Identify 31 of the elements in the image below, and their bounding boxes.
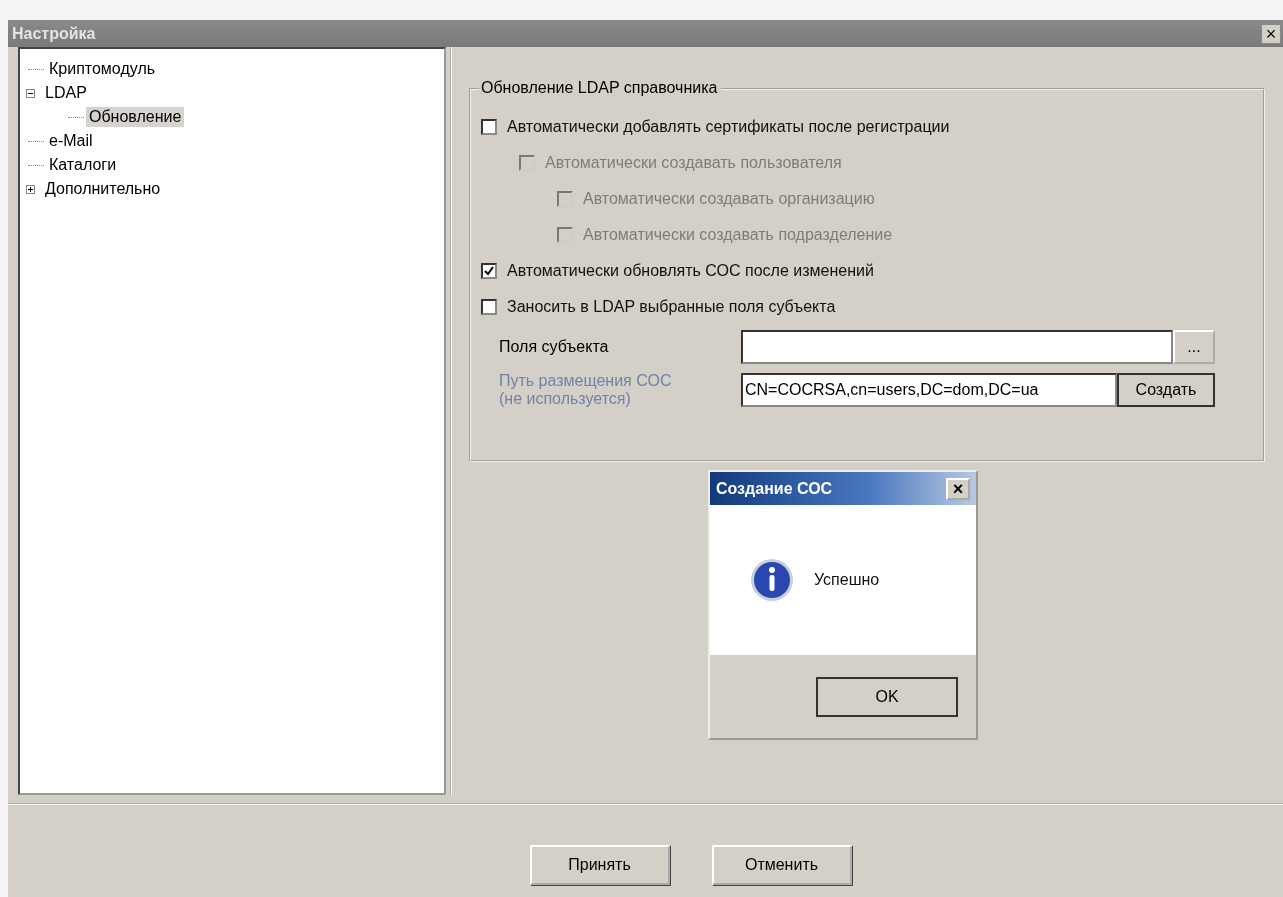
checkbox-label: Заносить в LDAP выбранные поля субъекта (507, 298, 836, 316)
input-field[interactable] (741, 330, 1173, 364)
close-button[interactable]: × (946, 477, 970, 500)
info-icon (750, 558, 794, 602)
checkbox-label: Автоматически создавать пользователя (545, 154, 842, 172)
dialog-button[interactable]: Принять (529, 845, 670, 885)
expander-icon[interactable] (26, 184, 36, 194)
checkbox[interactable] (481, 299, 497, 315)
tree-item[interactable]: Обновление (86, 107, 185, 127)
field-label: Путь размещения СОС (не используется) (498, 372, 673, 408)
expander-icon[interactable] (26, 88, 36, 98)
checkbox-label: Автоматически обновлять СОС после изменений (507, 262, 874, 280)
checkbox[interactable] (481, 119, 497, 135)
tree-item[interactable]: Криптомодуль (46, 59, 159, 79)
tree-item[interactable]: LDAP (42, 83, 90, 103)
dialog-message: Успешно (814, 571, 880, 589)
checkbox-label: Автоматически создавать организацию (583, 190, 875, 208)
dialog-button[interactable]: Отменить (711, 845, 852, 885)
ok-button[interactable]: OK (816, 676, 958, 717)
field-button[interactable]: ... (1173, 330, 1215, 364)
checkbox-label: Автоматически добавлять сертификаты после регистрации (507, 118, 950, 136)
tree-item[interactable]: Дополнительно (42, 179, 164, 199)
checkbox[interactable] (481, 263, 497, 279)
field-label: Поля субъекта (498, 338, 610, 356)
tree-item[interactable]: Каталоги (46, 155, 120, 175)
checkbox-label: Автоматически создавать подразделение (583, 226, 893, 244)
close-button[interactable]: × (1261, 23, 1281, 44)
dialog-title: Создание СОС (716, 479, 833, 498)
tree-item[interactable]: e-Mail (46, 131, 96, 151)
window-title: Настройка (12, 24, 96, 43)
group-title: Обновление LDAP справочника (479, 79, 722, 97)
